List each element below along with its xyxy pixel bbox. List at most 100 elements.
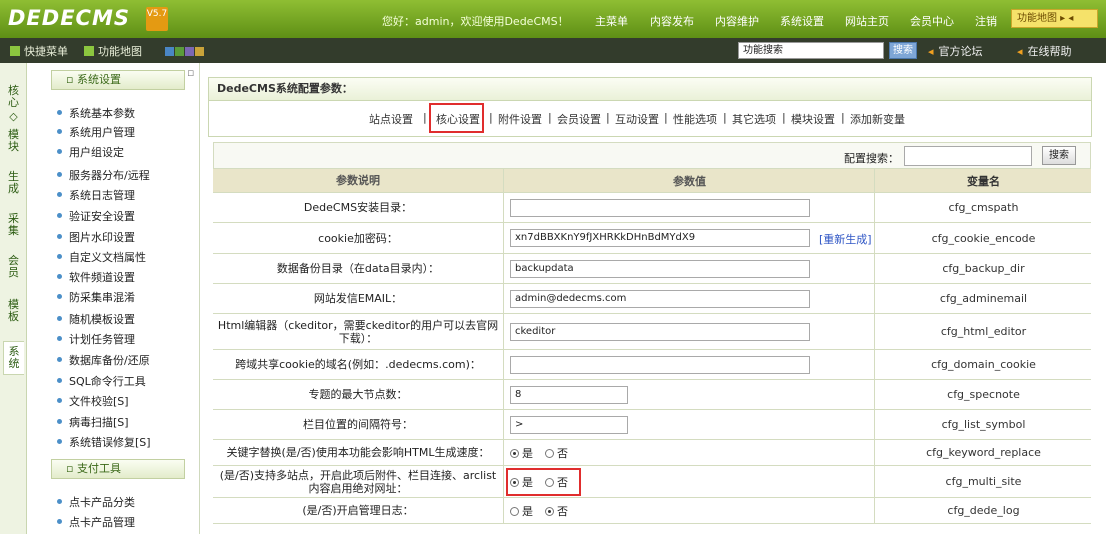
table-row: cookie加密码： xn7dBBXKnY9fJXHRKkDHnBdMYdX9 … [213,223,1091,254]
nav-member[interactable]: 会员中心 [910,13,954,29]
table-row: 关键字替换(是/否)使用本功能会影响HTML生成速度： 是 否 cfg_keyw… [213,440,1091,466]
skin-color-picker[interactable] [165,46,205,59]
tab-modules-settings[interactable]: 模块设置 [791,111,835,127]
table-row: 栏目位置的间隔符号： > cfg_list_symbol [213,410,1091,440]
highlight-core-tab [429,103,484,133]
table-row: 专题的最大节点数： 8 cfg_specnote [213,380,1091,410]
sidebar-item-sql[interactable]: SQL命令行工具 [57,373,146,389]
html-editor-input[interactable]: ckeditor [510,322,810,341]
tab-collect[interactable]: 采集 [3,213,24,237]
collapse-sidebar-icon[interactable]: ▫ [187,66,194,79]
table-row: (是/否)支持多站点，开启此项后附件、栏目连接、arclist内容启用绝对网址：… [213,466,1091,498]
sidebar-item-servers[interactable]: 服务器分布/远程 [57,167,150,183]
nav-system[interactable]: 系统设置 [780,13,824,29]
sidebar-item-error-fix[interactable]: 系统错误修复[S] [57,434,151,450]
main-content: DedeCMS系统配置参数： 站点设置 | 核心设置 | 附件设置 | 会员设置… [208,71,1106,534]
config-search-button[interactable]: 搜索 [1042,146,1076,165]
version-badge: V5.7 [146,7,168,31]
quick-menu-button[interactable]: 快捷菜单 [10,43,68,59]
specnote-input[interactable]: 8 [510,385,628,404]
tab-site-settings[interactable]: 站点设置 [369,111,413,127]
sidebar-item-watermark[interactable]: 图片水印设置 [57,229,135,245]
table-row: 跨域共享cookie的域名(例如：.dedecms.com)： cfg_doma… [213,350,1091,380]
keyword-replace-yes[interactable]: 是 [510,445,533,461]
header-variable: 变量名 [967,174,1000,188]
list-symbol-input[interactable]: > [510,415,628,434]
dedecms-logo: DEDECMS [8,6,130,30]
skin-blue-icon[interactable] [165,47,174,56]
sidebar-item-anti-collect[interactable]: 防采集串混淆 [57,289,135,305]
config-search-label: 配置搜索： [844,152,899,165]
sidebar-item-tasks[interactable]: 计划任务管理 [57,331,135,347]
top-header: DEDECMS V5.7 您好：admin，欢迎使用DedeCMS！ 主菜单 内… [0,0,1106,38]
sidebar-item-card-manage[interactable]: 点卡产品管理 [57,514,135,530]
function-map-button[interactable]: 功能地图 ▸ ◂ [1011,9,1098,28]
menu-icon [10,46,20,56]
sidebar-item-random-template[interactable]: 随机模板设置 [57,311,135,327]
function-map-link[interactable]: 功能地图 [84,43,142,59]
tab-interaction-settings[interactable]: 互动设置 [615,111,659,127]
function-search-input[interactable]: 功能搜索 [738,42,884,59]
sidebar-item-virus-scan[interactable]: 病毒扫描[S] [57,414,129,430]
help-link[interactable]: ◂ 在线帮助 [1017,43,1072,59]
tab-attachment-settings[interactable]: 附件设置 [498,111,542,127]
sidebar-item-user-groups[interactable]: 用户组设定 [57,144,124,160]
tab-system[interactable]: 系统 [3,341,24,375]
greeting-text: 您好：admin，欢迎使用DedeCMS！ [382,15,569,28]
domain-cookie-input[interactable] [510,355,810,374]
cookie-encode-input[interactable]: xn7dBBXKnY9fJXHRKkDHnBdMYdX9 [510,229,810,247]
arrow-icon: ◂ [928,45,934,58]
tab-other[interactable]: 其它选项 [732,111,776,127]
search-button[interactable]: 搜索 [889,42,917,59]
sidebar-item-file-check[interactable]: 文件校验[S] [57,393,129,409]
tab-templates[interactable]: 模板 [3,299,24,323]
map-icon [84,46,94,56]
sidebar-item-backup[interactable]: 数据库备份/还原 [57,352,150,368]
page-title: DedeCMS系统配置参数： [208,77,1092,101]
backup-dir-input[interactable]: backupdata [510,259,810,278]
skin-green-icon[interactable] [175,47,184,56]
forum-link[interactable]: ◂ 官方论坛 [928,43,983,59]
nav-home[interactable]: 网站主页 [845,13,889,29]
dede-log-yes[interactable]: 是 [510,503,533,519]
sidebar-item-users[interactable]: 系统用户管理 [57,124,135,140]
tab-modules[interactable]: 模块 [3,129,24,153]
sidebar-item-software[interactable]: 软件频道设置 [57,269,135,285]
header-description: 参数说明 [213,169,504,192]
tab-generate[interactable]: 生成 [3,171,24,195]
tab-performance[interactable]: 性能选项 [673,111,717,127]
keyword-replace-no[interactable]: 否 [545,445,568,461]
section-payment-tools[interactable]: ▫ 支付工具 [51,459,185,479]
tab-member-settings[interactable]: 会员设置 [557,111,601,127]
tab-add-variable[interactable]: 添加新变量 [850,111,905,127]
skin-yellow-icon[interactable] [195,47,204,56]
skin-purple-icon[interactable] [185,47,194,56]
table-row: 数据备份目录（在data目录内）： backupdata cfg_backup_… [213,254,1091,284]
nav-maintain[interactable]: 内容维护 [715,13,759,29]
table-row: DedeCMS安装目录： cfg_cmspath [213,193,1091,223]
table-row: 网站发信EMAIL： admin@dedecms.com cfg_adminem… [213,284,1091,314]
sidebar-item-doc-attrs[interactable]: 自定义文档属性 [57,249,146,265]
sidebar-item-basic-params[interactable]: 系统基本参数 [57,105,135,121]
highlight-multi-site [506,468,581,496]
config-tabs: 站点设置 | 核心设置 | 附件设置 | 会员设置 | 互动设置 | 性能选项 … [208,101,1092,137]
nav-logout[interactable]: 注销 [975,13,997,29]
config-search-row: 配置搜索： 搜索 [213,142,1091,169]
sidebar-item-logs[interactable]: 系统日志管理 [57,187,135,203]
regenerate-link[interactable]: [重新生成] [819,231,872,247]
section-system-settings[interactable]: ▫ 系统设置 [51,70,185,90]
sidebar-item-card-category[interactable]: 点卡产品分类 [57,494,135,510]
arrow-icon: ◂ [1017,45,1023,58]
nav-publish[interactable]: 内容发布 [650,13,694,29]
tab-core[interactable]: 核心 ◇ [3,85,24,123]
table-row: Html编辑器（ckeditor，需要ckeditor的用户可以去官网下载）： … [213,314,1091,350]
nav-main-menu[interactable]: 主菜单 [595,13,628,29]
tab-members[interactable]: 会员 [3,255,24,279]
config-search-input[interactable] [904,146,1032,166]
header-value: 参数值 [505,169,875,192]
sidebar-item-security[interactable]: 验证安全设置 [57,208,135,224]
cmspath-input[interactable] [510,198,810,217]
admin-email-input[interactable]: admin@dedecms.com [510,289,810,308]
toolbar: 快捷菜单 功能地图 功能搜索 搜索 ◂ 官方论坛 ◂ 在线帮助 [0,38,1106,63]
dede-log-no[interactable]: 否 [545,503,568,519]
